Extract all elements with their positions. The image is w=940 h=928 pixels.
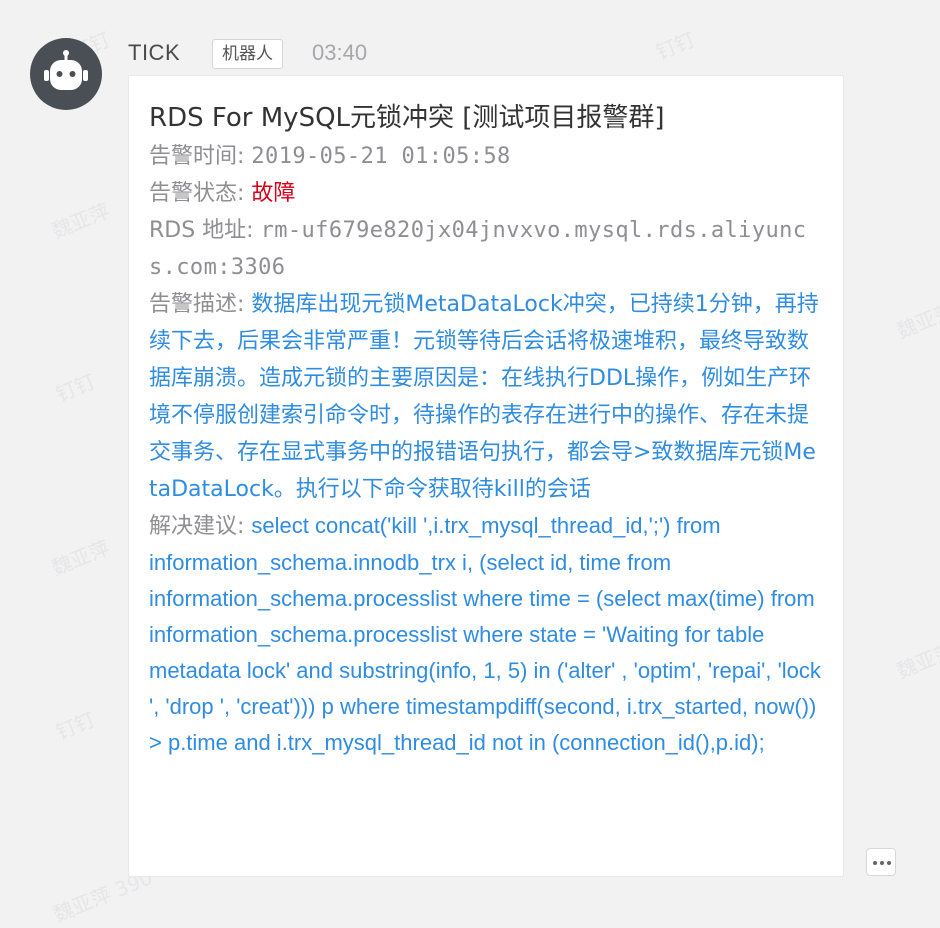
more-dots-icon: [880, 861, 884, 865]
alert-time-label: 告警时间:: [149, 144, 252, 169]
robot-icon: [44, 50, 88, 90]
alert-description-label: 告警描述:: [149, 292, 252, 317]
alert-time-row: 告警时间: 2019-05-21 01:05:58: [149, 138, 823, 175]
message-time: 03:40: [312, 40, 368, 65]
watermark: 钉钉: [652, 27, 699, 65]
rds-address-row: RDS 地址: rm-uf679e820jx04jnvxvo.mysql.rds…: [149, 212, 823, 286]
more-dots-icon: [887, 861, 891, 865]
alert-status-row: 告警状态: 故障: [149, 175, 823, 212]
robot-avatar[interactable]: [30, 38, 102, 110]
sender-name[interactable]: TICK: [128, 40, 180, 66]
watermark: 魏亚萍: [48, 198, 113, 244]
suggestion-label: 解决建议:: [149, 514, 252, 539]
robot-badge: 机器人: [212, 39, 283, 69]
alert-time-value: 2019-05-21 01:05:58: [251, 144, 511, 169]
watermark: 魏亚萍: [893, 638, 940, 684]
watermark: 钉钉: [52, 369, 99, 407]
alert-status-value: 故障: [251, 181, 296, 206]
message-card[interactable]: RDS For MySQL元锁冲突 [测试项目报警群] 告警时间: 2019-0…: [128, 75, 844, 877]
alert-description-value: 数据库出现元锁MetaDataLock冲突，已持续1分钟，再持续下去，后果会非常…: [149, 292, 819, 502]
watermark: 魏亚萍: [893, 298, 940, 344]
suggestion-value: select concat('kill ',i.trx_mysql_thread…: [149, 513, 821, 755]
rds-address-label: RDS 地址:: [149, 218, 261, 243]
more-dots-icon: [873, 861, 877, 865]
alert-status-label: 告警状态:: [149, 181, 252, 206]
watermark: 魏亚萍: [48, 535, 113, 581]
message-title: RDS For MySQL元锁冲突 [测试项目报警群]: [149, 103, 665, 133]
watermark: 钉钉: [52, 707, 99, 745]
alert-description-row: 告警描述: 数据库出现元锁MetaDataLock冲突，已持续1分钟，再持续下去…: [149, 286, 823, 508]
suggestion-row: 解决建议: select concat('kill ',i.trx_mysql_…: [149, 508, 823, 761]
more-options-button[interactable]: [866, 848, 896, 876]
